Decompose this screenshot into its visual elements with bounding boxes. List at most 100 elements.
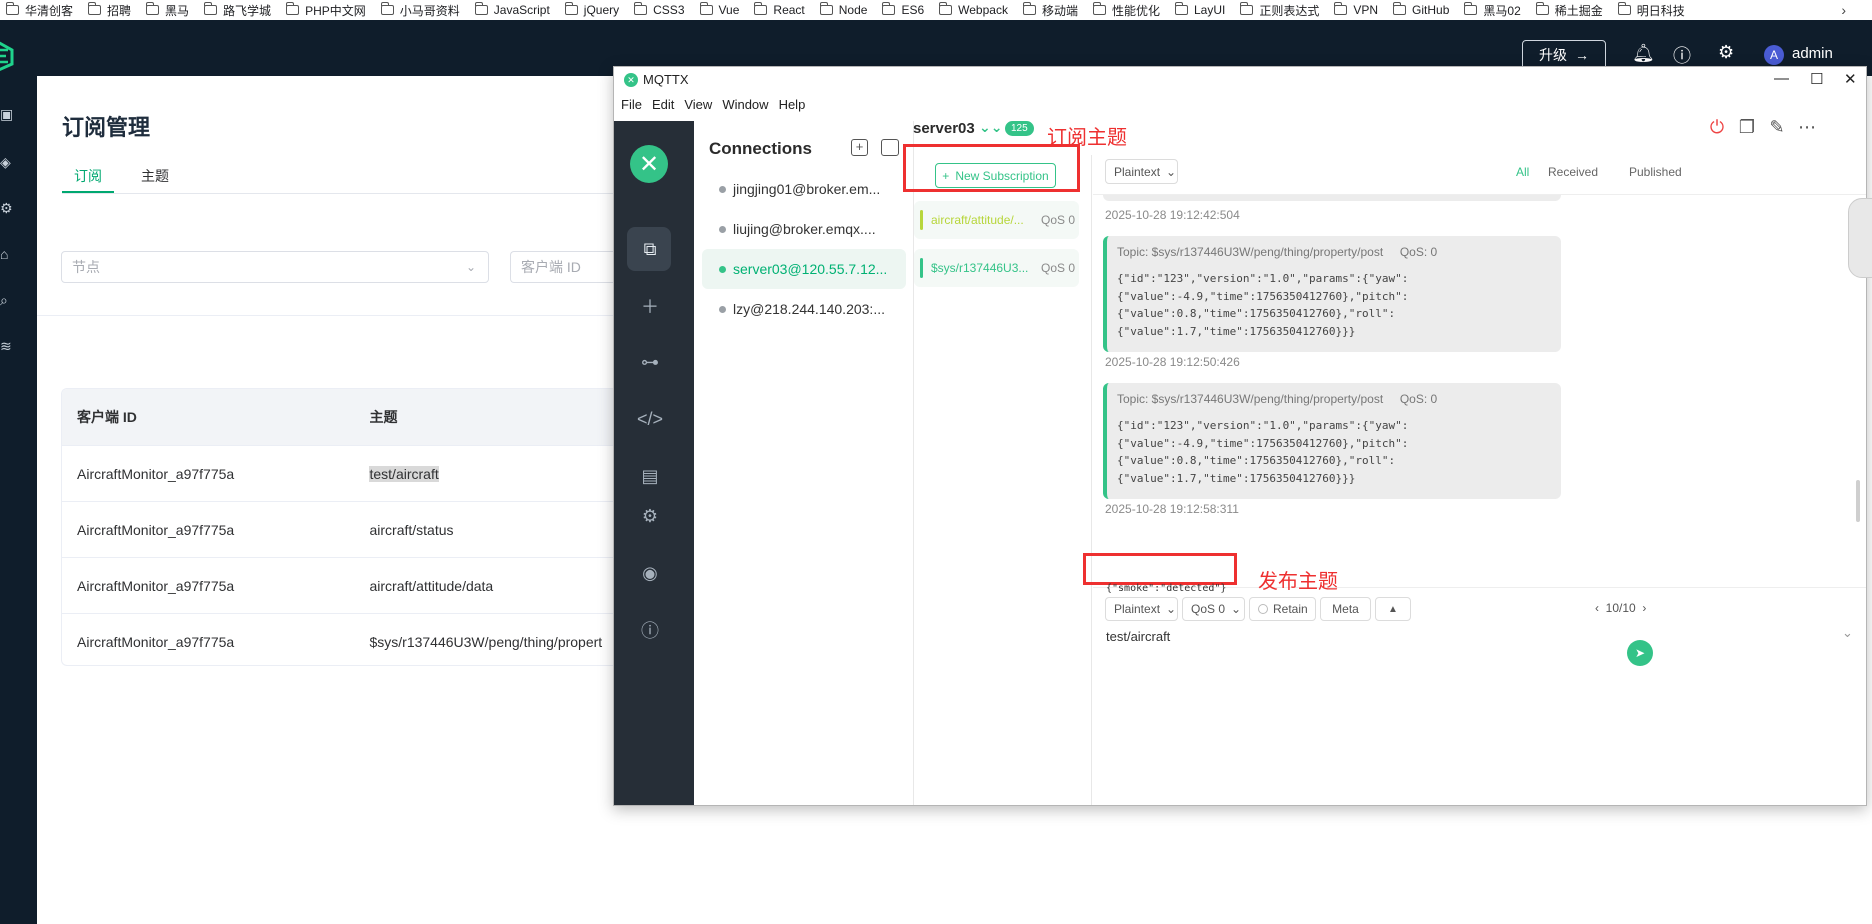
bookmark-folder[interactable]: 招聘 xyxy=(88,2,131,19)
about-icon[interactable]: ⓘ xyxy=(635,618,665,642)
toggle-panel-icon[interactable] xyxy=(881,139,899,156)
status-dot xyxy=(719,225,726,233)
filter-published-tab[interactable]: Published xyxy=(1629,165,1682,179)
bookmark-folder[interactable]: Webpack xyxy=(939,2,1008,17)
message-card[interactable]: Topic: $sys/r137446U3W/peng/thing/proper… xyxy=(1103,383,1561,499)
shield-icon[interactable]: ◈ xyxy=(0,154,14,170)
connection-item-active[interactable]: server03@120.55.7.12... xyxy=(702,249,906,289)
send-icon: ➤ xyxy=(1634,646,1646,660)
subscription-item[interactable]: $sys/r137446U3... QoS 0 xyxy=(914,249,1079,287)
bookmark-folder[interactable]: 明日科技 xyxy=(1617,2,1685,19)
chevron-down-icon[interactable]: ⌄ xyxy=(1842,625,1853,641)
client-id-input[interactable]: 客户端 ID xyxy=(510,251,630,283)
close-icon[interactable]: ✕ xyxy=(1844,70,1857,88)
bookmark-folder[interactable]: CSS3 xyxy=(634,2,685,17)
log-icon[interactable]: ▤ xyxy=(635,464,665,488)
bookmark-folder[interactable]: GitHub xyxy=(1393,2,1449,17)
bookmark-folder[interactable]: jQuery xyxy=(564,2,619,17)
bookmark-folder[interactable]: Vue xyxy=(699,2,739,17)
new-window-icon[interactable]: ❐ xyxy=(1737,117,1757,137)
topology-icon[interactable]: ⊶ xyxy=(635,350,665,374)
table-row[interactable]: AircraftMonitor_a97f775a aircraft/attitu… xyxy=(62,557,631,613)
menu-help[interactable]: Help xyxy=(779,97,806,112)
bookmark-folder[interactable]: PHP中文网 xyxy=(286,2,366,19)
bookmark-folder[interactable]: LayUI xyxy=(1174,2,1225,17)
bookmark-folder[interactable]: 路飞学城 xyxy=(204,2,271,19)
meta-button[interactable]: Meta xyxy=(1320,597,1371,621)
chevron-left-icon[interactable]: ‹ xyxy=(1595,601,1599,615)
publish-format-select[interactable]: Plaintext ⌄ xyxy=(1105,597,1178,621)
bookmark-folder[interactable]: JavaScript xyxy=(474,2,550,17)
publish-topic-input[interactable]: test/aircraft xyxy=(1093,623,1866,649)
history-pager[interactable]: ‹ 10/10 › xyxy=(1595,601,1646,615)
user-name[interactable]: admin xyxy=(1792,45,1833,62)
filter-all-tab[interactable]: All xyxy=(1516,165,1529,179)
connection-item[interactable]: liujing@broker.emqx.... xyxy=(702,209,906,249)
emqx-sidebar: ▣ ◈ ⚙ ⌂ ⌕ ≋ xyxy=(0,76,37,924)
settings-icon[interactable]: ⚙ xyxy=(635,504,665,528)
message-time: 2025-10-28 19:12:42:504 xyxy=(1105,208,1240,222)
filter-received-tab[interactable]: Received xyxy=(1548,165,1598,179)
feed-icon[interactable]: ◉ xyxy=(635,561,665,585)
retain-toggle[interactable]: Retain xyxy=(1249,597,1316,621)
publish-qos-value: QoS 0 xyxy=(1191,602,1226,616)
bookmark-folder[interactable]: React xyxy=(754,2,805,17)
message-scrollbar[interactable] xyxy=(1856,480,1860,522)
payload-format-select[interactable]: Plaintext ⌄ xyxy=(1105,159,1178,184)
settings-icon[interactable]: ⚙ xyxy=(1718,42,1734,63)
minimize-icon[interactable]: — xyxy=(1774,70,1789,87)
table-row[interactable]: AircraftMonitor_a97f775a test/aircraft xyxy=(62,445,631,501)
publish-payload-editor[interactable]: {"smoke":"detected"} xyxy=(1106,583,1806,594)
publish-qos-select[interactable]: QoS 0 ⌄ xyxy=(1182,597,1245,621)
chevron-right-icon[interactable]: › xyxy=(1642,601,1646,615)
bookmark-folder[interactable]: 华清创客 xyxy=(6,2,73,19)
disconnect-icon[interactable]: ⏻ xyxy=(1707,117,1727,137)
message-card[interactable]: Topic: $sys/r137446U3W/peng/thing/proper… xyxy=(1103,236,1561,352)
edit-icon[interactable]: ✎ xyxy=(1767,117,1787,137)
bookmark-folder[interactable]: ES6 xyxy=(882,2,924,17)
bell-icon[interactable]: 🔔︎ xyxy=(1632,43,1655,64)
bookmark-folder[interactable]: 正则表达式 xyxy=(1240,2,1319,19)
new-connection-icon[interactable]: ＋ xyxy=(635,294,665,318)
layers-nav-icon[interactable]: ≋ xyxy=(0,338,14,354)
bookmark-folder[interactable]: 移动端 xyxy=(1022,2,1078,19)
subscription-item[interactable]: aircraft/attitude/... QoS 0 xyxy=(914,201,1079,239)
dashboard-icon[interactable]: ▣ xyxy=(0,106,14,122)
box-nav-icon[interactable]: ⌂ xyxy=(0,246,14,262)
bookmarks-overflow-chevron-icon[interactable]: › xyxy=(1841,2,1846,18)
menu-edit[interactable]: Edit xyxy=(652,97,674,112)
menu-window[interactable]: Window xyxy=(722,97,768,112)
more-icon[interactable]: ⋯ xyxy=(1797,117,1817,137)
bookmark-folder[interactable]: Node xyxy=(819,2,867,17)
node-select[interactable]: 节点 ⌄ xyxy=(61,251,489,283)
send-button[interactable]: ➤ xyxy=(1627,640,1653,666)
mqttx-app-icon: ✕ xyxy=(624,73,638,87)
table-row[interactable]: AircraftMonitor_a97f775a aircraft/status xyxy=(62,501,631,557)
expand-button[interactable]: ▲ xyxy=(1375,597,1411,621)
gear-nav-icon[interactable]: ⚙ xyxy=(0,200,14,216)
chevron-double-down-icon[interactable]: ⌄⌄ xyxy=(979,119,1002,136)
code-icon[interactable]: </> xyxy=(635,407,665,431)
side-drawer-handle[interactable] xyxy=(1848,198,1872,278)
bookmark-folder[interactable]: 稀土掘金 xyxy=(1535,2,1603,19)
publish-payload-value: {"smoke":"detected"} xyxy=(1106,583,1227,594)
bookmark-folder[interactable]: 性能优化 xyxy=(1092,2,1160,19)
connection-item[interactable]: lzy@218.244.140.203:... xyxy=(702,289,906,329)
menu-file[interactable]: File xyxy=(621,97,642,112)
avatar[interactable]: A xyxy=(1764,45,1784,65)
tab-topics[interactable]: 主题 xyxy=(141,166,169,186)
search-nav-icon[interactable]: ⌕ xyxy=(0,292,14,308)
filter-divider xyxy=(37,315,637,316)
bookmark-folder[interactable]: 小马哥资料 xyxy=(380,2,460,19)
bookmark-folder[interactable]: 黑马 xyxy=(146,2,189,19)
bookmark-folder[interactable]: 黑马02 xyxy=(1464,2,1521,19)
help-icon[interactable]: ⓘ xyxy=(1673,42,1691,68)
new-connection-icon[interactable]: + xyxy=(851,139,868,156)
maximize-icon[interactable]: ☐ xyxy=(1810,70,1823,88)
menu-view[interactable]: View xyxy=(684,97,712,112)
connection-item[interactable]: jingjing01@broker.em... xyxy=(702,169,906,209)
bookmark-folder[interactable]: VPN xyxy=(1334,2,1378,17)
tab-subscriptions[interactable]: 订阅 xyxy=(62,166,114,186)
table-row[interactable]: AircraftMonitor_a97f775a $sys/r137446U3W… xyxy=(62,613,631,665)
column-header-client-id: 客户端 ID xyxy=(77,409,137,425)
